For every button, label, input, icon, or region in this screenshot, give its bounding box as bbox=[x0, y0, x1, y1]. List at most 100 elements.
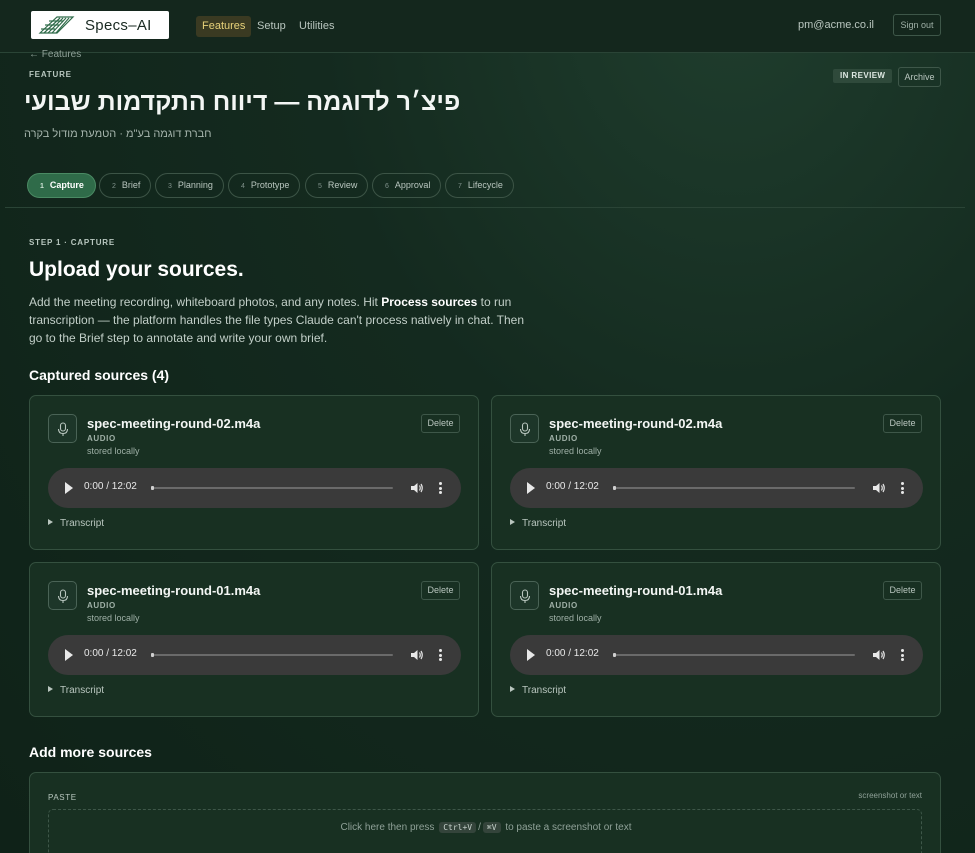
source-type: AUDIO bbox=[87, 601, 116, 610]
microphone-icon bbox=[519, 589, 531, 603]
more-vertical-icon[interactable] bbox=[901, 649, 904, 661]
transcript-label: Transcript bbox=[522, 518, 567, 529]
audio-seek-bar[interactable] bbox=[613, 486, 855, 490]
source-storage: stored locally bbox=[549, 446, 602, 456]
step-label: Capture bbox=[49, 180, 84, 190]
more-vertical-icon[interactable] bbox=[901, 482, 904, 494]
paste-hint: screenshot or text bbox=[858, 791, 922, 800]
source-type: AUDIO bbox=[87, 434, 116, 443]
audio-time: 0:00 / 12:02 bbox=[546, 481, 599, 492]
feature-kicker: FEATURE bbox=[29, 70, 72, 79]
desc-text: Add the meeting recording, whiteboard ph… bbox=[29, 295, 382, 309]
transcript-toggle[interactable]: Transcript bbox=[510, 518, 566, 529]
section-title: Upload your sources. bbox=[29, 258, 244, 281]
audio-seek-handle[interactable] bbox=[151, 486, 154, 490]
audio-time: 0:00 / 12:02 bbox=[546, 648, 599, 659]
page-subtitle: חברת דוגמה בע"מ · הטמעת מודול בקרה bbox=[24, 128, 212, 140]
source-filename: spec-meeting-round-02.m4a bbox=[549, 416, 723, 431]
transcript-label: Transcript bbox=[522, 685, 567, 696]
audio-player: 0:00 / 12:02 bbox=[48, 468, 461, 508]
top-bar: Specs–AI Features Setup Utilities pm@acm… bbox=[0, 0, 975, 53]
volume-icon[interactable] bbox=[872, 648, 886, 662]
step-label: Planning bbox=[177, 180, 213, 190]
audio-seek-handle[interactable] bbox=[613, 653, 616, 657]
source-card: spec-meeting-round-01.m4a AUDIO stored l… bbox=[491, 562, 941, 717]
transcript-toggle[interactable]: Transcript bbox=[510, 685, 566, 696]
audio-seek-bar[interactable] bbox=[151, 486, 393, 490]
step-label: Brief bbox=[121, 180, 141, 190]
source-storage: stored locally bbox=[87, 446, 140, 456]
triangle-right-icon bbox=[510, 686, 515, 692]
paste-card: PASTE screenshot or text Click here then… bbox=[29, 772, 941, 853]
volume-icon[interactable] bbox=[872, 481, 886, 495]
microphone-icon bbox=[57, 589, 69, 603]
source-storage: stored locally bbox=[549, 613, 602, 623]
audio-seek-handle[interactable] bbox=[613, 486, 616, 490]
audio-player: 0:00 / 12:02 bbox=[510, 468, 923, 508]
paste-instructions: Click here then press Ctrl+V / ⌘V to paste… bbox=[49, 822, 923, 833]
nav-features[interactable]: Features bbox=[196, 16, 252, 37]
audio-seek-bar[interactable] bbox=[613, 653, 855, 657]
tab-capture[interactable]: 1 Capture bbox=[27, 173, 96, 198]
paste-label: PASTE bbox=[48, 793, 77, 802]
volume-icon[interactable] bbox=[410, 648, 424, 662]
sign-out-button[interactable]: Sign out bbox=[893, 14, 941, 36]
delete-button[interactable]: Delete bbox=[883, 414, 922, 433]
triangle-right-icon bbox=[510, 519, 515, 525]
audio-seek-bar[interactable] bbox=[151, 653, 393, 657]
paste-separator: / bbox=[478, 822, 481, 833]
source-type: AUDIO bbox=[549, 601, 578, 610]
microphone-icon bbox=[57, 422, 69, 436]
tab-brief[interactable]: 2 Brief bbox=[99, 173, 151, 198]
step-number: 7 bbox=[458, 183, 462, 190]
play-icon[interactable] bbox=[527, 649, 535, 661]
captured-sources-title: Captured sources (4) bbox=[29, 367, 170, 383]
source-type: AUDIO bbox=[549, 434, 578, 443]
delete-button[interactable]: Delete bbox=[421, 581, 460, 600]
source-filename: spec-meeting-round-02.m4a bbox=[87, 416, 261, 431]
archive-button[interactable]: Archive bbox=[898, 67, 941, 87]
source-card: spec-meeting-round-01.m4a AUDIO stored l… bbox=[29, 562, 479, 717]
tab-planning[interactable]: 3 Planning bbox=[155, 173, 224, 198]
step-number: 6 bbox=[385, 183, 389, 190]
audio-time: 0:00 / 12:02 bbox=[84, 648, 137, 659]
step-number: 2 bbox=[112, 183, 116, 190]
user-email: pm@acme.co.il bbox=[798, 19, 874, 31]
triangle-right-icon bbox=[48, 686, 53, 692]
nav-setup[interactable]: Setup bbox=[251, 16, 292, 37]
delete-button[interactable]: Delete bbox=[421, 414, 460, 433]
transcript-toggle[interactable]: Transcript bbox=[48, 518, 104, 529]
tab-prototype[interactable]: 4 Prototype bbox=[228, 173, 300, 198]
tab-approval[interactable]: 6 Approval bbox=[372, 173, 441, 198]
leaf-logo-icon bbox=[38, 16, 75, 34]
audio-seek-handle[interactable] bbox=[151, 653, 154, 657]
nav-utilities[interactable]: Utilities bbox=[293, 16, 340, 37]
paste-text: Click here then press bbox=[340, 822, 435, 833]
tab-review[interactable]: 5 Review bbox=[305, 173, 368, 198]
kbd-ctrl-v: Ctrl+V bbox=[439, 822, 477, 833]
more-vertical-icon[interactable] bbox=[439, 482, 442, 494]
volume-icon[interactable] bbox=[410, 481, 424, 495]
transcript-toggle[interactable]: Transcript bbox=[48, 685, 104, 696]
play-icon[interactable] bbox=[65, 482, 73, 494]
back-link[interactable]: ← Features bbox=[29, 49, 81, 60]
app-logo[interactable]: Specs–AI bbox=[31, 11, 169, 39]
paste-text: to paste a screenshot or text bbox=[505, 822, 632, 833]
step-label: Approval bbox=[394, 180, 431, 190]
play-icon[interactable] bbox=[527, 482, 535, 494]
source-type-icon bbox=[48, 581, 77, 610]
more-vertical-icon[interactable] bbox=[439, 649, 442, 661]
header-divider bbox=[5, 207, 965, 208]
tab-lifecycle[interactable]: 7 Lifecycle bbox=[445, 173, 514, 198]
step-label: Prototype bbox=[250, 180, 290, 190]
source-card: spec-meeting-round-02.m4a AUDIO stored l… bbox=[29, 395, 479, 550]
paste-drop-zone[interactable]: Click here then press Ctrl+V / ⌘V to paste… bbox=[48, 809, 922, 853]
source-card: spec-meeting-round-02.m4a AUDIO stored l… bbox=[491, 395, 941, 550]
step-number: 4 bbox=[241, 183, 245, 190]
delete-button[interactable]: Delete bbox=[883, 581, 922, 600]
step-number: 3 bbox=[168, 183, 172, 190]
source-filename: spec-meeting-round-01.m4a bbox=[87, 583, 261, 598]
play-icon[interactable] bbox=[65, 649, 73, 661]
step-label: Review bbox=[327, 180, 358, 190]
step-label: Lifecycle bbox=[467, 180, 503, 190]
